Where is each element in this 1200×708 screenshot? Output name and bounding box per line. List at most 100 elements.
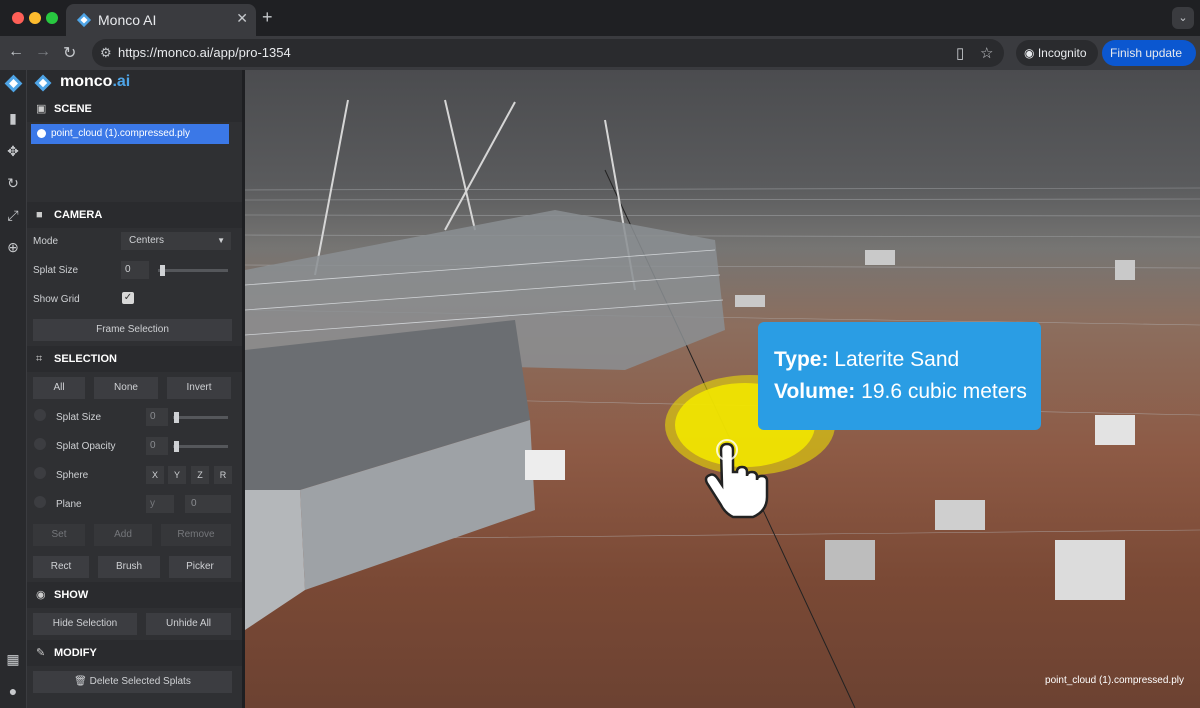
brush-select-button[interactable]: Brush bbox=[98, 556, 160, 578]
chevron-down-icon: ▼ bbox=[217, 236, 225, 245]
editor-panel: monco.ai ▣ SCENE point_cloud (1).compress… bbox=[27, 70, 242, 708]
slider-thumb[interactable] bbox=[174, 441, 179, 452]
github-icon[interactable]: ● bbox=[0, 683, 26, 699]
mode-label: Mode bbox=[33, 236, 59, 247]
selection-splat-size-label: Splat Size bbox=[56, 412, 102, 423]
camera-splat-size-input[interactable]: 0 bbox=[121, 261, 149, 279]
forward-icon[interactable]: → bbox=[35, 43, 51, 61]
splat-opacity-input[interactable]: 0 bbox=[146, 437, 168, 455]
incognito-badge[interactable]: ◉ Incognito bbox=[1016, 40, 1098, 66]
type-row: Type: Laterite Sand bbox=[774, 348, 960, 371]
plane-axis-select[interactable]: y bbox=[146, 495, 174, 513]
remove-button[interactable]: Remove bbox=[161, 524, 231, 546]
tool-rail: ▮ ✥ ↻ ⤢ ⊕ ▦ ● bbox=[0, 70, 27, 708]
close-tab-icon[interactable]: ✕ bbox=[236, 10, 248, 27]
sphere-y-input[interactable]: Y bbox=[168, 466, 186, 484]
volume-row: Volume: 19.6 cubic meters bbox=[774, 380, 1027, 403]
browser-tab-bar: Monco AI ✕ + ⌄ bbox=[0, 0, 1200, 36]
camera-icon: ■ bbox=[36, 209, 43, 221]
picker-select-button[interactable]: Picker bbox=[169, 556, 231, 578]
incognito-icon: ◉ bbox=[1024, 46, 1038, 60]
point-cloud-scene bbox=[245, 99, 1200, 708]
frame-selection-button[interactable]: Frame Selection bbox=[33, 319, 232, 341]
unhide-all-button[interactable]: Unhide All bbox=[146, 613, 231, 635]
eye-icon: ◉ bbox=[36, 589, 46, 601]
visibility-dot-icon[interactable] bbox=[37, 129, 46, 138]
invert-selection-button[interactable]: Invert bbox=[167, 377, 231, 399]
file-icon[interactable]: ▮ bbox=[0, 110, 26, 127]
scale-icon[interactable]: ⤢ bbox=[0, 207, 26, 224]
scene-header[interactable]: ▣ SCENE bbox=[27, 96, 242, 122]
splat-opacity-label: Splat Opacity bbox=[56, 441, 116, 452]
globe-icon[interactable]: ⊕ bbox=[0, 239, 26, 256]
tab-search-button[interactable]: ⌄ bbox=[1172, 7, 1194, 29]
plane-value-input[interactable]: 0 bbox=[185, 495, 231, 513]
minimize-window-button[interactable] bbox=[29, 12, 41, 24]
finish-update-label: Finish update bbox=[1110, 46, 1183, 60]
move-icon[interactable]: ✥ bbox=[0, 143, 26, 160]
selection-splat-size-slider[interactable] bbox=[173, 416, 228, 419]
mode-select[interactable]: Centers ▼ bbox=[121, 232, 231, 250]
incognito-label: Incognito bbox=[1037, 46, 1087, 60]
address-bar[interactable]: ⚙ https://monco.ai/app/pro-1354 ▯ ☆ bbox=[92, 39, 1004, 67]
scene-icon: ▣ bbox=[36, 103, 47, 115]
selection-icon: ⌗ bbox=[36, 353, 43, 365]
trash-icon: 🗑 bbox=[74, 676, 90, 687]
reload-icon[interactable]: ↻ bbox=[63, 43, 76, 63]
close-window-button[interactable] bbox=[12, 12, 24, 24]
bookmark-star-icon[interactable]: ☆ bbox=[980, 44, 993, 62]
slider-thumb[interactable] bbox=[174, 412, 179, 423]
selection-splat-size-input[interactable]: 0 bbox=[146, 408, 168, 426]
sphere-r-input[interactable]: R bbox=[214, 466, 232, 484]
add-button[interactable]: Add bbox=[94, 524, 152, 546]
logo-text: monco.ai bbox=[60, 73, 131, 90]
camera-splat-size-label: Splat Size bbox=[33, 265, 79, 276]
rect-select-button[interactable]: Rect bbox=[33, 556, 89, 578]
show-grid-checkbox[interactable]: ✓ bbox=[122, 292, 134, 304]
hide-selection-button[interactable]: Hide Selection bbox=[33, 613, 137, 635]
sphere-x-input[interactable]: X bbox=[146, 466, 164, 484]
site-settings-icon[interactable]: ⚙ bbox=[100, 45, 112, 61]
camera-header[interactable]: ■ CAMERA bbox=[27, 202, 242, 228]
scene-item-label: point_cloud (1).compressed.ply bbox=[51, 128, 190, 139]
modify-header[interactable]: ✎ MODIFY bbox=[27, 640, 242, 666]
select-none-button[interactable]: None bbox=[94, 377, 158, 399]
logo-mark-icon bbox=[34, 74, 52, 92]
plane-label: Plane bbox=[56, 499, 82, 510]
list-item[interactable]: point_cloud (1).compressed.ply bbox=[31, 124, 229, 144]
delete-selected-splats-button[interactable]: 🗑 Delete Selected Splats bbox=[33, 671, 232, 693]
sphere-z-input[interactable]: Z bbox=[191, 466, 209, 484]
page-icon[interactable]: ▯ bbox=[956, 44, 964, 62]
sphere-label: Sphere bbox=[56, 470, 89, 481]
viewport-file-label: point_cloud (1).compressed.ply bbox=[1045, 675, 1184, 686]
rotate-icon[interactable]: ↻ bbox=[0, 175, 26, 192]
new-tab-button[interactable]: + bbox=[262, 7, 273, 28]
camera-splat-size-slider[interactable] bbox=[158, 269, 228, 272]
show-header[interactable]: ◉ SHOW bbox=[27, 582, 242, 608]
browser-toolbar: ← → ↻ ⚙ https://monco.ai/app/pro-1354 ▯ … bbox=[0, 36, 1200, 86]
splat-opacity-slider[interactable] bbox=[173, 445, 228, 448]
back-icon[interactable]: ← bbox=[8, 43, 24, 61]
url-text: https://monco.ai/app/pro-1354 bbox=[118, 45, 291, 60]
browser-tab[interactable]: Monco AI ✕ bbox=[66, 4, 256, 36]
scene-list: point_cloud (1).compressed.ply bbox=[31, 124, 229, 194]
show-grid-label: Show Grid bbox=[33, 294, 80, 305]
finish-update-button[interactable]: Finish update ⋮ bbox=[1102, 40, 1196, 86]
app-container: ▮ ✥ ↻ ⤢ ⊕ ▦ ● monco.ai ▣ SCENE point_clou… bbox=[0, 70, 1200, 708]
sphere-radio[interactable] bbox=[34, 467, 46, 479]
set-button[interactable]: Set bbox=[33, 524, 85, 546]
maximize-window-button[interactable] bbox=[46, 12, 58, 24]
3d-viewport[interactable]: point_cloud (1).compressed.ply bbox=[245, 70, 1200, 708]
monco-logo-icon[interactable] bbox=[3, 73, 24, 94]
monco-favicon-icon bbox=[76, 12, 92, 28]
slider-thumb[interactable] bbox=[160, 265, 165, 276]
select-all-button[interactable]: All bbox=[33, 377, 85, 399]
keyboard-icon[interactable]: ▦ bbox=[0, 651, 26, 668]
info-tooltip: Type: Laterite Sand Volume: 19.6 cubic m… bbox=[758, 322, 1041, 430]
splat-size-radio[interactable] bbox=[34, 409, 46, 421]
edit-icon: ✎ bbox=[36, 647, 46, 659]
plane-radio[interactable] bbox=[34, 496, 46, 508]
selection-header[interactable]: ⌗ SELECTION bbox=[27, 346, 242, 372]
splat-opacity-radio[interactable] bbox=[34, 438, 46, 450]
panel-logo: monco.ai bbox=[27, 70, 242, 96]
